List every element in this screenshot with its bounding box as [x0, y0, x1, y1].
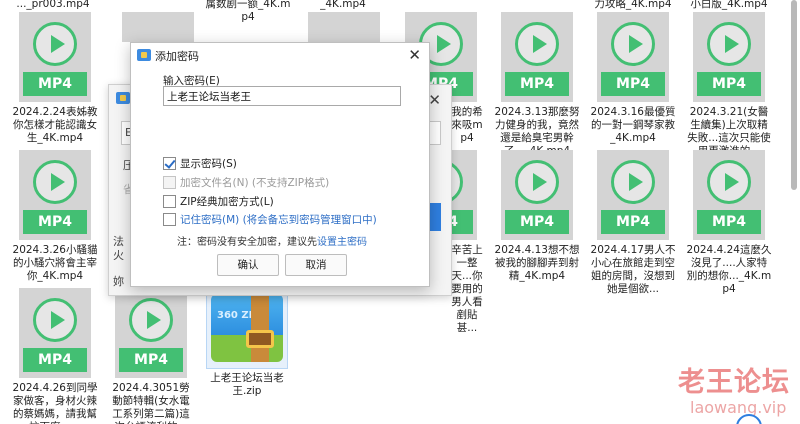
file-type-badge: MP4: [505, 210, 569, 234]
file-type-badge: MP4: [23, 210, 87, 234]
video-file-icon[interactable]: [122, 12, 194, 42]
file-name: 2024.2.24表姊教你怎樣才能認識女生_4K.mp4: [12, 106, 98, 144]
note-text: 注：密码没有安全加密，建议先: [177, 237, 317, 248]
video-file-icon[interactable]: [308, 12, 380, 42]
file-type-badge: MP4: [23, 72, 87, 96]
file-name: ..._pr003.mp4: [16, 0, 90, 10]
file-name: 2024.4.24這麼久沒見了....人家特別的想你..._4K.mp4: [686, 244, 772, 295]
video-file-item[interactable]: MP4 2024.4.26到同學家做客，身材火辣的蔡媽媽，請我幫忙下廚，...: [12, 288, 98, 424]
checkbox-label: 显示密码(S): [180, 158, 237, 170]
video-file-icon: MP4: [597, 150, 669, 240]
video-file-item[interactable]: MP4 2024.3.13那麼努力健身的我，竟然還是給臭宅男幹了..._4K.m…: [494, 12, 580, 158]
cancel-button[interactable]: 取消: [285, 254, 347, 276]
close-icon[interactable]: ✕: [408, 46, 421, 64]
add-password-dialog: 添加密码 ✕ 输入密码(E) 上老王论坛当老王 显示密码(S) 加密文件名(N)…: [130, 42, 430, 287]
video-file-icon: MP4: [19, 12, 91, 102]
video-file-item[interactable]: MP4 2024.3.16最優質的一對一鋼琴家教_4K.mp4: [590, 12, 676, 145]
video-file-icon: MP4: [19, 150, 91, 240]
archive-icon: 360 ZIP: [206, 287, 288, 369]
set-master-password-link[interactable]: 设置主密码: [317, 237, 367, 248]
bg-fragment: 妳: [113, 275, 124, 288]
file-name: 2024.4.26到同學家做客，身材火辣的蔡媽媽，請我幫忙下廚，...: [12, 382, 98, 424]
play-icon: [707, 160, 751, 204]
file-name: 2024.3.16最優質的一對一鋼琴家教_4K.mp4: [590, 106, 676, 144]
video-file-icon: MP4: [597, 12, 669, 102]
vertical-scrollbar[interactable]: [790, 0, 798, 424]
video-file-icon: MP4: [19, 288, 91, 378]
play-icon: [515, 22, 559, 66]
video-file-icon: MP4: [501, 150, 573, 240]
video-file-icon: MP4: [693, 12, 765, 102]
encrypt-filenames-checkbox[interactable]: 加密文件名(N) (不支持ZIP格式): [163, 175, 329, 190]
app-icon: [137, 49, 151, 61]
play-icon: [129, 298, 173, 342]
video-file-item[interactable]: MP4 2024.3.26小騷貓的小騷穴將會主宰你_4K.mp4: [12, 150, 98, 283]
show-password-checkbox[interactable]: 显示密码(S): [163, 156, 237, 171]
file-name: 属数剧一额_4K.mp4: [205, 0, 291, 23]
security-note: 注：密码没有安全加密，建议先设置主密码: [177, 233, 367, 248]
watermark-cn: 老王论坛: [678, 367, 790, 398]
play-icon: [611, 22, 655, 66]
file-name: 2024.4.13想不想被我的腳腳弄到射精_4K.mp4: [494, 244, 580, 282]
file-name: 力攻略_4K.mp4: [594, 0, 672, 10]
bg-fragment: 火: [113, 249, 124, 262]
file-name: _4K.mp4: [320, 0, 366, 10]
video-file-item[interactable]: MP4 2024.4.17男人不小心在旅館走到空姐的房間，沒想到她是個欲...: [590, 150, 676, 296]
zip-file-item[interactable]: 360 ZIP 上老王论坛当老王.zip: [204, 287, 290, 398]
dialog-titlebar: 添加密码 ✕: [131, 43, 429, 69]
file-type-badge: MP4: [697, 72, 761, 96]
confirm-button[interactable]: 确认: [217, 254, 279, 276]
file-partial-top-5[interactable]: 小白版_4K.mp4: [686, 0, 772, 11]
play-icon: [33, 22, 77, 66]
file-partial-top-2[interactable]: 属数剧一额_4K.mp4: [205, 0, 291, 24]
video-file-item[interactable]: MP4 2024.4.24這麼久沒見了....人家特別的想你..._4K.mp4: [686, 150, 772, 296]
video-file-icon: MP4: [501, 12, 573, 102]
video-file-item[interactable]: MP4 2024.4.13想不想被我的腳腳弄到射精_4K.mp4: [494, 150, 580, 283]
watermark-en: laowang.vip: [690, 398, 787, 417]
file-name: 2024.4.3051勞動節特輯(女水電工系列第二篇)這次台語流利的...: [112, 382, 190, 424]
file-partial-top-4[interactable]: 力攻略_4K.mp4: [590, 0, 676, 11]
file-name: 上老王论坛当老王.zip: [210, 372, 284, 397]
app-icon: [116, 92, 130, 104]
video-file-item[interactable]: MP4 2024.3.21(女醫生續集)上次取精失敗...這次只能使用更激進的.…: [686, 12, 772, 158]
file-type-badge: MP4: [601, 210, 665, 234]
checkbox-box: [163, 213, 176, 226]
play-icon: [707, 22, 751, 66]
remember-password-checkbox[interactable]: 记住密码(M) (将会备忘到密码管理窗口中): [163, 212, 377, 227]
file-name: 2024.3.26小騷貓的小騷穴將會主宰你_4K.mp4: [12, 244, 98, 282]
video-file-item[interactable]: MP4 2024.2.24表姊教你怎樣才能認識女生_4K.mp4: [12, 12, 98, 145]
checkbox-label: 加密文件名(N) (不支持ZIP格式): [180, 177, 330, 189]
file-type-badge: MP4: [505, 72, 569, 96]
file-name: 2024.4.17男人不小心在旅館走到空姐的房間，沒想到她是個欲...: [590, 244, 676, 295]
checkbox-box: [163, 195, 176, 208]
file-type-badge: MP4: [23, 348, 87, 372]
scrollbar-thumb[interactable]: [791, 0, 797, 190]
dialog-title: 添加密码: [155, 50, 199, 63]
play-icon: [515, 160, 559, 204]
video-file-item[interactable]: MP4 2024.4.3051勞動節特輯(女水電工系列第二篇)這次台語流利的..…: [108, 288, 194, 424]
play-icon: [611, 160, 655, 204]
video-file-icon: MP4: [693, 150, 765, 240]
video-file-icon: MP4: [115, 288, 187, 378]
file-type-badge: MP4: [119, 348, 183, 372]
bg-fragment: 法: [113, 235, 124, 248]
file-type-badge: MP4: [601, 72, 665, 96]
file-partial-top-1[interactable]: ..._pr003.mp4: [10, 0, 96, 11]
file-type-badge: MP4: [697, 210, 761, 234]
file-partial-top-3[interactable]: _4K.mp4: [300, 0, 386, 11]
checkbox-label: ZIP经典加密方式(L): [180, 196, 274, 208]
checkbox-box: [163, 157, 176, 170]
file-name: 小白版_4K.mp4: [690, 0, 768, 10]
play-icon: [33, 160, 77, 204]
zip-classic-encryption-checkbox[interactable]: ZIP经典加密方式(L): [163, 194, 274, 209]
checkbox-label: 记住密码(M) (将会备忘到密码管理窗口中): [180, 214, 377, 226]
checkbox-box: [163, 176, 176, 189]
password-input[interactable]: 上老王论坛当老王: [163, 86, 401, 106]
play-icon: [33, 298, 77, 342]
close-icon[interactable]: ✕: [428, 91, 441, 109]
